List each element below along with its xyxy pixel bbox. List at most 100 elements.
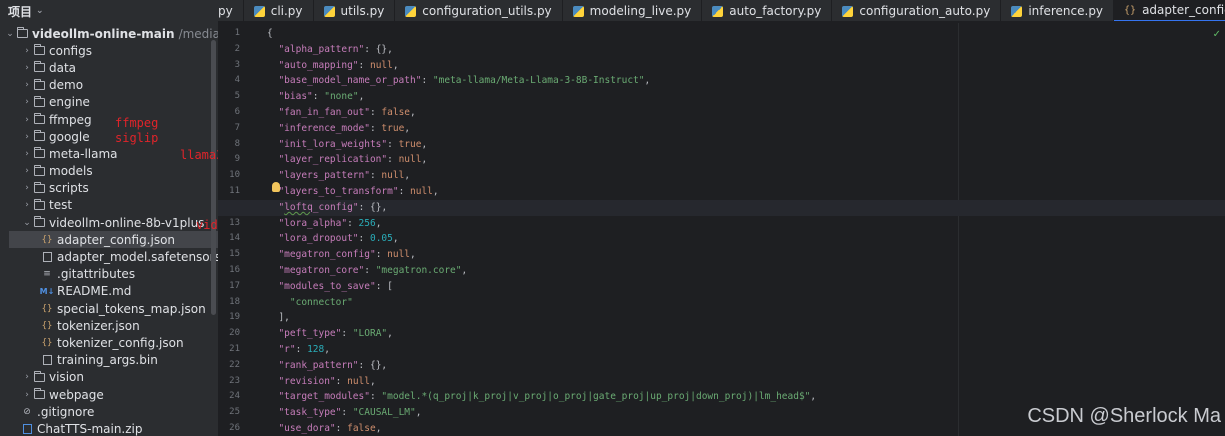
editor-tab[interactable]: utils.py xyxy=(314,0,396,21)
editor-tab[interactable]: {} adapter_config.json xyxy=(1114,0,1225,21)
chevron-right-icon[interactable]: › xyxy=(21,63,33,73)
code-line[interactable]: "rank_pattern": {}, xyxy=(267,358,1225,374)
code-line[interactable]: "layer_replication": null, xyxy=(267,152,1225,168)
tree-folder[interactable]: › webpage xyxy=(0,386,218,403)
line-number: 3 xyxy=(234,59,240,70)
code-line[interactable]: "revision": null, xyxy=(267,374,1225,390)
tree-folder[interactable]: › demo xyxy=(0,77,218,94)
editor-tab[interactable]: modeling_live.py xyxy=(563,0,703,21)
chevron-right-icon[interactable]: › xyxy=(21,166,33,176)
tree-folder[interactable]: › data xyxy=(0,59,218,76)
tree-file[interactable]: M↓ README.md xyxy=(0,283,218,300)
tree-folder[interactable]: › test xyxy=(0,197,218,214)
code-line[interactable]: "init_lora_weights": true, xyxy=(267,137,1225,153)
folder-icon xyxy=(33,130,45,142)
annotation-llama3: llama3 xyxy=(180,148,218,162)
tree-file[interactable]: {} tokenizer_config.json xyxy=(0,334,218,351)
tree-folder[interactable]: ⌄ videollm-online-8b-v1plus xyxy=(0,214,218,231)
tree-file[interactable]: training_args.bin xyxy=(0,352,218,369)
sidebar-scrollbar[interactable] xyxy=(211,40,216,315)
tree-file[interactable]: {} special_tokens_map.json xyxy=(0,300,218,317)
tree-file[interactable]: ChatTTS-main.zip xyxy=(0,420,218,436)
chevron-down-icon[interactable]: ⌄ xyxy=(4,29,16,39)
chevron-right-icon[interactable]: › xyxy=(21,390,33,400)
code-line[interactable]: "bias": "none", xyxy=(267,89,1225,105)
tree-folder[interactable]: › google xyxy=(0,128,218,145)
tree-file[interactable]: adapter_model.safetensors xyxy=(0,248,218,265)
chevron-right-icon[interactable]: › xyxy=(21,183,33,193)
lightbulb-icon[interactable] xyxy=(272,182,280,192)
chevron-right-icon[interactable]: › xyxy=(21,200,33,210)
chevron-right-icon[interactable]: › xyxy=(21,80,33,90)
tree-file[interactable]: ≡ .gitattributes xyxy=(0,266,218,283)
code-line[interactable]: "layers_to_transform": null, xyxy=(267,184,1225,200)
code-content[interactable]: { "alpha_pattern": {}, "auto_mapping": n… xyxy=(218,26,1225,436)
json-file-icon: {} xyxy=(41,303,53,314)
chevron-down-icon[interactable]: ⌄ xyxy=(21,218,33,228)
tree-folder[interactable]: › models xyxy=(0,163,218,180)
code-line[interactable]: "fan_in_fan_out": false, xyxy=(267,105,1225,121)
editor-tab[interactable]: inference.py xyxy=(1001,0,1115,21)
code-line[interactable]: "base_model_name_or_path": "meta-llama/M… xyxy=(267,73,1225,89)
python-file-icon xyxy=(1011,5,1023,17)
watermark: CSDN @Sherlock Ma xyxy=(1027,405,1221,427)
checkmark-icon[interactable]: ✓ xyxy=(1213,29,1221,40)
code-line[interactable]: "target_modules": "model.*(q_proj|k_proj… xyxy=(267,389,1225,405)
code-line[interactable]: "megatron_config": null, xyxy=(267,247,1225,263)
tree-folder[interactable]: › engine xyxy=(0,94,218,111)
folder-icon xyxy=(33,198,45,210)
code-line[interactable]: ], xyxy=(267,310,1225,326)
chevron-right-icon[interactable]: › xyxy=(21,115,33,125)
code-line[interactable]: "peft_type": "LORA", xyxy=(267,326,1225,342)
code-line[interactable]: "alpha_pattern": {}, xyxy=(267,42,1225,58)
code-editor[interactable]: 1234567891011121314151617181920212223242… xyxy=(218,23,1225,436)
tree-folder[interactable]: › vision xyxy=(0,369,218,386)
tree-file[interactable]: ⊘ .gitignore xyxy=(0,403,218,420)
chevron-right-icon[interactable]: › xyxy=(21,149,33,159)
line-number: 1 xyxy=(234,28,240,38)
folder-icon xyxy=(16,27,28,39)
chevron-right-icon[interactable]: › xyxy=(21,372,33,382)
chevron-right-icon[interactable]: › xyxy=(21,46,33,56)
tree-item-label: ChatTTS-main.zip xyxy=(37,421,143,436)
editor-tab[interactable]: py xyxy=(218,0,244,21)
tree-folder[interactable]: › scripts xyxy=(0,180,218,197)
chevron-right-icon[interactable]: › xyxy=(21,97,33,107)
tree-folder[interactable]: › configs xyxy=(0,42,218,59)
editor-tab[interactable]: auto_factory.py xyxy=(702,0,833,21)
project-panel-header[interactable]: 项目 ⌄ xyxy=(0,0,218,22)
code-line[interactable]: "layers_pattern": null, xyxy=(267,168,1225,184)
tree-item-label: ffmpeg xyxy=(49,112,92,127)
line-number: 20 xyxy=(229,328,240,339)
tree-item-label: models xyxy=(49,164,93,179)
code-line[interactable]: "r": 128, xyxy=(267,342,1225,358)
text-file-icon: ≡ xyxy=(43,269,51,280)
code-line[interactable]: "modules_to_save": [ xyxy=(267,279,1225,295)
tree-file[interactable]: {} adapter_config.json xyxy=(9,231,218,249)
tree-root-label: videollm-online-main xyxy=(32,26,175,41)
code-line[interactable]: "lora_alpha": 256, xyxy=(267,216,1225,232)
code-line[interactable]: "inference_mode": true, xyxy=(267,121,1225,137)
binary-file-icon xyxy=(41,252,53,263)
folder-icon xyxy=(33,370,45,382)
folder-icon xyxy=(33,44,45,56)
folder-icon xyxy=(33,388,45,400)
code-line[interactable]: "loftq_config": {}, xyxy=(218,199,1225,216)
code-line[interactable]: "lora_dropout": 0.05, xyxy=(267,231,1225,247)
code-line[interactable]: "megatron_core": "megatron.core", xyxy=(267,263,1225,279)
code-line[interactable]: { xyxy=(267,26,1225,42)
tree-root[interactable]: ⌄ videollm-online-main /media/goo xyxy=(0,25,218,42)
tree-folder[interactable]: › ffmpeg xyxy=(0,111,218,128)
chevron-down-icon[interactable]: ⌄ xyxy=(36,6,44,16)
line-number: 8 xyxy=(234,138,240,149)
folder-icon xyxy=(33,147,45,159)
editor-tab[interactable]: configuration_utils.py xyxy=(395,0,563,21)
chevron-right-icon[interactable]: › xyxy=(21,132,33,142)
tree-file[interactable]: {} tokenizer.json xyxy=(0,317,218,334)
line-number: 25 xyxy=(229,407,240,418)
editor-tab[interactable]: cli.py xyxy=(244,0,314,21)
editor-tab[interactable]: configuration_auto.py xyxy=(832,0,1002,21)
code-line[interactable]: "auto_mapping": null, xyxy=(267,58,1225,74)
code-line[interactable]: "connector" xyxy=(267,295,1225,311)
line-number: 15 xyxy=(229,249,240,260)
